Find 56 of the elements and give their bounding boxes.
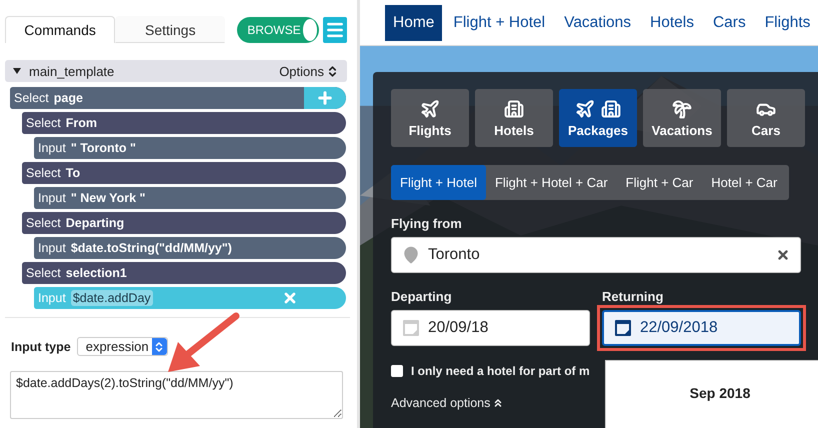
building-icon <box>601 98 621 118</box>
package-tab[interactable]: Hotel + Car <box>702 165 786 200</box>
step-row[interactable]: Input " Toronto " <box>34 137 346 159</box>
add-button[interactable] <box>304 87 346 109</box>
sort-icon <box>326 64 339 78</box>
nav-link[interactable]: Flights <box>756 4 818 40</box>
template-header[interactable]: main_template Options <box>5 60 347 82</box>
field-label: Flying from <box>391 216 463 231</box>
nav-link[interactable]: Flight + Hotel <box>445 4 554 40</box>
plane-icon <box>575 98 595 118</box>
nav-link[interactable]: Home <box>385 4 442 40</box>
step-row[interactable]: Select From <box>22 112 346 134</box>
checkbox[interactable] <box>391 365 403 377</box>
calendar-icon <box>614 319 632 337</box>
step-row[interactable]: Input " New York " <box>34 187 346 209</box>
package-tab[interactable]: Flight + Car <box>616 165 702 200</box>
date-field[interactable]: 20/09/18 <box>391 310 590 346</box>
tab[interactable]: Settings <box>115 16 226 43</box>
advanced-options-link[interactable]: Advanced options <box>391 396 504 410</box>
input-type-select[interactable]: expression <box>76 337 168 356</box>
category-tab[interactable]: Vacations <box>643 89 721 147</box>
origin-field[interactable]: Toronto <box>391 237 801 273</box>
nav-link[interactable]: Vacations <box>556 4 640 40</box>
map-pin-icon <box>402 246 420 264</box>
step-row[interactable]: Select selection1 <box>22 262 346 284</box>
expression-field[interactable]: $date.addDays(2).toString("dd/MM/yy") <box>10 371 343 419</box>
clear-icon[interactable] <box>776 248 790 262</box>
step-row[interactable]: Select Departing <box>22 212 346 234</box>
step-row[interactable]: Input $date.addDay <box>34 287 346 309</box>
input-type-label: Input type <box>11 340 71 354</box>
plane-icon <box>420 98 440 118</box>
calendar-month: Sep 2018 <box>690 385 750 402</box>
step-row[interactable]: Select page <box>10 87 346 109</box>
date-field[interactable]: 22/09/2018 <box>602 310 801 346</box>
nav-link[interactable]: Cars <box>704 4 754 40</box>
tab[interactable]: Commands <box>5 16 116 43</box>
category-tab[interactable]: Packages <box>559 89 637 147</box>
remove-button[interactable] <box>282 290 298 306</box>
step-row[interactable]: Input $date.toString("dd/MM/yy") <box>34 237 346 259</box>
options-button[interactable]: Options <box>279 64 339 78</box>
checkbox-label: I only need a hotel for part of m <box>411 364 590 378</box>
category-tab[interactable]: Hotels <box>475 89 553 147</box>
category-tab[interactable]: Flights <box>391 89 469 147</box>
field-label: Returning <box>602 289 664 304</box>
category-tab[interactable]: Cars <box>727 89 805 147</box>
field-label: Departing <box>391 289 453 304</box>
palm-tree-icon <box>672 98 692 118</box>
building-icon <box>504 98 524 118</box>
step-row[interactable]: Select To <box>22 162 346 184</box>
package-tab[interactable]: Flight + Hotel <box>391 165 486 200</box>
plus-icon <box>316 89 334 107</box>
nav-link[interactable]: Hotels <box>642 4 702 40</box>
calendar-icon <box>402 319 420 337</box>
template-name: main_template <box>29 64 116 78</box>
package-tab[interactable]: Flight + Hotel + Car <box>486 165 617 200</box>
menu-button[interactable] <box>323 16 348 42</box>
